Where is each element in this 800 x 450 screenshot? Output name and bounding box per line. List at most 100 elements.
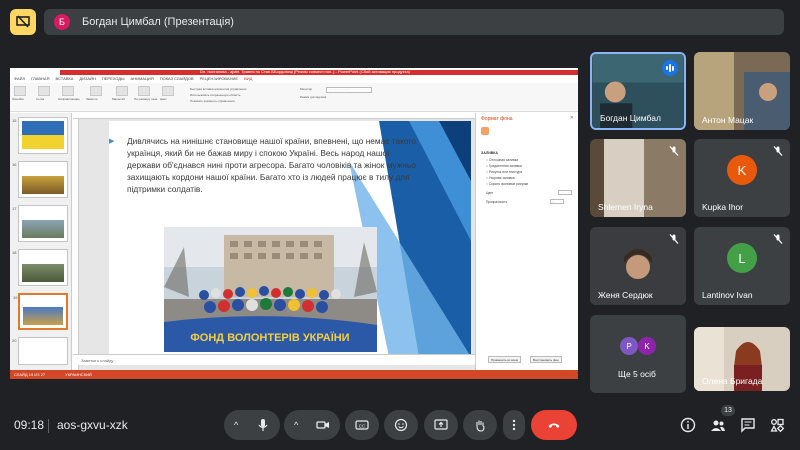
- notes-area[interactable]: Заметки к слайду: [73, 354, 475, 365]
- fill-option[interactable]: Рисунок или текстура: [486, 170, 522, 174]
- participant-name: Ще 5 осіб: [618, 369, 656, 379]
- participant-tile[interactable]: Антон Мацак: [694, 52, 790, 130]
- camera-icon: [316, 421, 329, 429]
- reactions-button[interactable]: [384, 410, 418, 440]
- apply-to-all-button[interactable]: Применить ко всем: [488, 356, 521, 363]
- color-picker[interactable]: [558, 190, 572, 195]
- ribbon-button[interactable]: [90, 86, 102, 96]
- ribbon-label: Линейка: [12, 97, 24, 101]
- slide-thumbnails: 15 16 17 18 19 20: [10, 113, 72, 370]
- end-call-button[interactable]: [531, 410, 577, 440]
- participant-group-tile[interactable]: P K Ще 5 осіб: [590, 315, 686, 393]
- presenter-label: Богдан Цимбал (Презентація): [82, 16, 234, 28]
- activities-icon[interactable]: [769, 417, 785, 433]
- ribbon-label: Заметки: [86, 97, 98, 101]
- participant-tile[interactable]: Богдан Цимбал: [590, 52, 686, 130]
- slide-thumbnail[interactable]: 15: [12, 117, 68, 154]
- info-icon[interactable]: [680, 417, 696, 433]
- participant-name: Олена Бригада: [702, 376, 763, 386]
- participant-tile[interactable]: Олена Бригада: [694, 327, 790, 391]
- ppt-statusbar: СЛАЙД 19 ИЗ 27 УКРАИНСКИЙ: [10, 370, 578, 379]
- mic-icon: [258, 419, 268, 431]
- slide-canvas: ▶ Дивлячись на нинішнє становище нашої к…: [73, 113, 475, 370]
- ribbon-check[interactable]: Использовать сохраненную область: [190, 93, 240, 97]
- fill-option[interactable]: Узорная заливка: [486, 176, 515, 180]
- participant-name: Lantinov Ivan: [702, 290, 753, 300]
- ribbon-check[interactable]: Показать элементы управления: [190, 99, 235, 103]
- current-slide[interactable]: ▶ Дивлячись на нинішнє становище нашої к…: [109, 121, 471, 357]
- mic-toggle-button[interactable]: ^: [224, 410, 280, 440]
- fill-option[interactable]: Градиентная заливка: [486, 164, 522, 168]
- ppt-tab[interactable]: ФАЙЛ: [14, 76, 25, 83]
- ribbon-button[interactable]: [62, 86, 74, 96]
- more-vert-icon: [512, 419, 516, 431]
- monitor-select[interactable]: Автоматически: [326, 87, 372, 93]
- raise-hand-button[interactable]: [463, 410, 497, 440]
- participant-name: Shlemen Iryna: [598, 202, 653, 212]
- ribbon-label: Направляющие: [58, 97, 80, 101]
- fill-option[interactable]: Сплошная заливка: [486, 158, 518, 162]
- ppt-tab[interactable]: ПЕРЕХОДЫ: [102, 76, 125, 83]
- bullet-icon: ▶: [109, 138, 115, 145]
- avatar: K: [638, 337, 656, 355]
- participant-name: Kupka Ihor: [702, 202, 744, 212]
- participant-tile[interactable]: L Lantinov Ivan: [694, 227, 790, 305]
- ribbon-label: Масштаб: [112, 97, 125, 101]
- slide-thumbnail[interactable]: 17: [12, 205, 68, 242]
- ribbon-button[interactable]: [162, 86, 174, 96]
- close-icon[interactable]: ✕: [570, 115, 574, 121]
- chevron-up-icon[interactable]: ^: [294, 420, 298, 430]
- ribbon-check[interactable]: Режим докладчика: [300, 95, 326, 99]
- fill-section-header[interactable]: ЗАЛИВКА: [481, 151, 498, 155]
- presentation-icon[interactable]: [10, 9, 36, 35]
- slide-thumbnail[interactable]: 18: [12, 249, 68, 286]
- ribbon-button[interactable]: [138, 86, 150, 96]
- hand-icon: [476, 420, 485, 432]
- paint-bucket-icon[interactable]: [481, 127, 489, 135]
- mic-off-icon: [669, 234, 679, 244]
- reset-background-button[interactable]: Восстановить фон: [530, 356, 562, 363]
- presenter-bar: Б Богдан Цимбал (Презентація): [44, 9, 784, 35]
- status-language: УКРАИНСКИЙ: [65, 372, 92, 377]
- ribbon-button[interactable]: [14, 86, 26, 96]
- screen-off-icon: [16, 15, 30, 28]
- captions-button[interactable]: CC: [345, 410, 379, 440]
- ppt-tab[interactable]: ДИЗАЙН: [79, 76, 95, 83]
- participant-tile[interactable]: K Kupka Ihor: [694, 139, 790, 217]
- speaking-indicator-icon: [662, 60, 678, 76]
- banner-text: ФОНД ВОЛОНТЕРІВ УКРАЇНИ: [190, 331, 349, 344]
- slide-thumbnail-selected[interactable]: 19: [13, 293, 68, 330]
- ppt-tab[interactable]: РЕЦЕНЗИРОВАНИЕ: [200, 76, 238, 83]
- ppt-tab[interactable]: АНИМАЦИЯ: [131, 76, 154, 83]
- more-options-button[interactable]: [503, 410, 525, 440]
- fill-option[interactable]: Скрыть фоновые рисунки: [486, 182, 528, 186]
- ppt-tab[interactable]: ГЛАВНАЯ: [31, 76, 49, 83]
- slide-thumbnail[interactable]: 16: [12, 161, 68, 198]
- camera-toggle-button[interactable]: ^: [284, 410, 340, 440]
- ribbon-check[interactable]: Быстрая вставка элементов управления: [190, 87, 246, 91]
- presenter-avatar: Б: [54, 14, 70, 30]
- people-icon[interactable]: [710, 417, 726, 433]
- ppt-tab[interactable]: ВСТАВКА: [55, 76, 73, 83]
- chevron-up-icon[interactable]: ^: [234, 420, 238, 430]
- ribbon-select-label: Монитор: [300, 87, 313, 91]
- clock: 09:18: [14, 418, 45, 432]
- ppt-tab[interactable]: ПОКАЗ СЛАЙДОВ: [160, 76, 194, 83]
- ribbon-button[interactable]: [116, 86, 128, 96]
- ribbon-button[interactable]: [38, 86, 50, 96]
- slide-thumbnail[interactable]: 20: [12, 337, 68, 365]
- avatar: L: [727, 243, 757, 273]
- participant-tile[interactable]: Женя Сердюк: [590, 227, 686, 305]
- slide-counter: СЛАЙД 19 ИЗ 27: [14, 372, 46, 377]
- present-now-button[interactable]: [424, 410, 458, 440]
- mic-off-icon: [773, 146, 783, 156]
- participant-tile[interactable]: Shlemen Iryna: [590, 139, 686, 217]
- ppt-tabs: ФАЙЛ ГЛАВНАЯ ВСТАВКА ДИЗАЙН ПЕРЕХОДЫ АНИ…: [10, 76, 578, 83]
- ribbon-label: Сетка: [36, 97, 45, 101]
- participant-name: Богдан Цимбал: [600, 113, 661, 123]
- ribbon-label: Цвет: [160, 97, 167, 101]
- transparency-input[interactable]: 0%: [550, 199, 564, 204]
- ppt-tab[interactable]: ВИД: [244, 76, 252, 83]
- emoji-icon: [394, 418, 408, 432]
- chat-icon[interactable]: [740, 417, 756, 433]
